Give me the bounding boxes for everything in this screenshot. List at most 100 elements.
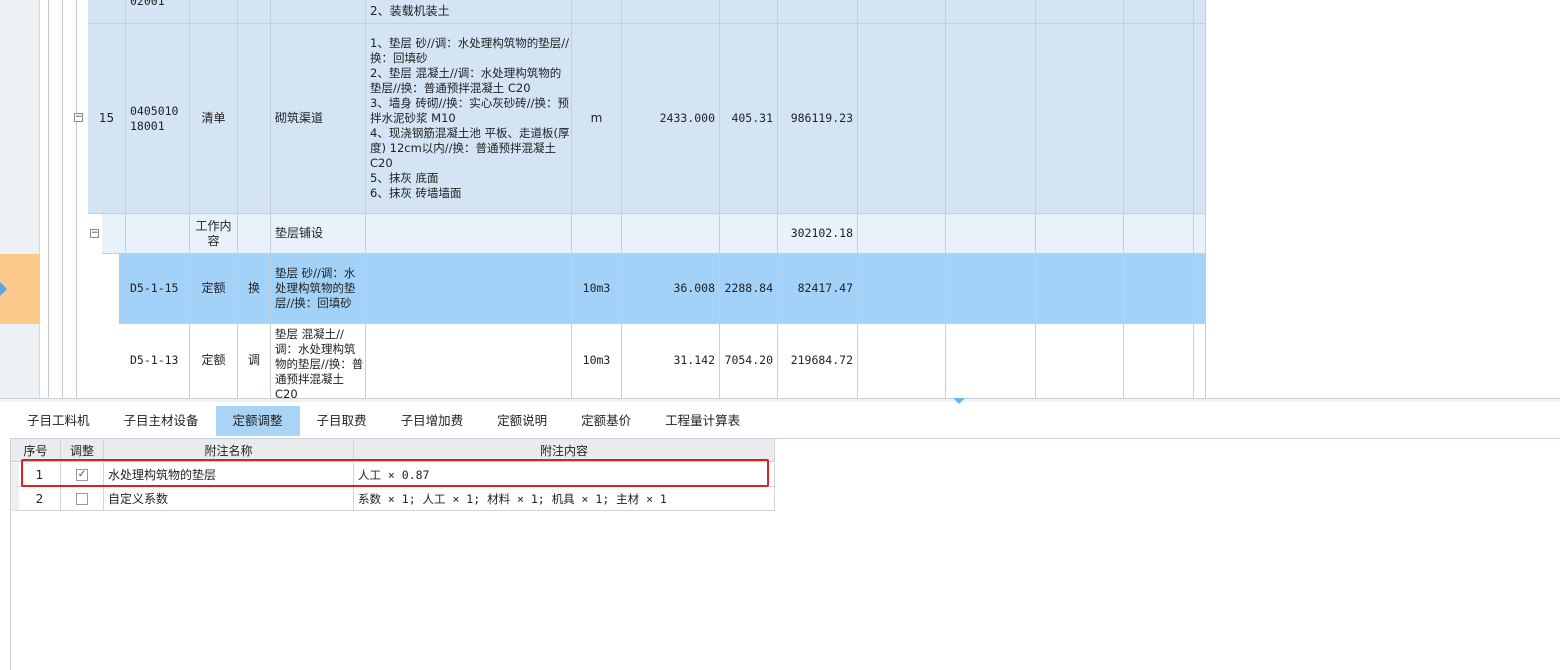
tab-quantity-calculation[interactable]: 工程量计算表 (648, 406, 757, 436)
list-row-partial[interactable]: 02001 2、装载机装土 (88, 0, 1206, 24)
empty-cell (858, 324, 946, 398)
unit-cell: m (572, 24, 622, 214)
note-content-cell[interactable]: 系数 × 1; 人工 × 1; 材料 × 1; 机具 × 1; 主材 × 1 (354, 487, 775, 511)
feature-desc-cell: 2、装载机装土 (366, 0, 572, 24)
empty-cell (946, 0, 1036, 24)
empty-cell (1036, 254, 1124, 324)
adjust-cell (61, 487, 104, 511)
type-cell: 定额 (190, 324, 238, 398)
list-row-15[interactable]: 15 0405010 18001 清单 砌筑渠道 1、垫层 砂//调：水处理构筑… (88, 24, 1206, 214)
code-cell: 02001 (126, 0, 190, 24)
price-cell: 2288.84 (720, 254, 778, 324)
tree-guide-line (62, 0, 63, 398)
highlight-box (21, 459, 769, 487)
flag-cell (238, 0, 271, 24)
empty-cell (1036, 214, 1124, 254)
empty-cell (1036, 324, 1124, 398)
price-cell: 405.31 (720, 24, 778, 214)
total-cell: 986119.23 (778, 24, 858, 214)
collapse-toggle-icon[interactable]: − (74, 113, 83, 122)
flag-cell: 换 (238, 254, 271, 324)
name-cell: 垫层 砂//调：水处理构筑物的垫层//换：回填砂 (271, 254, 366, 324)
type-cell: 定额 (190, 254, 238, 324)
note-name-cell: 自定义系数 (104, 487, 354, 511)
unit-cell (572, 214, 622, 254)
row-indicator-column (0, 0, 40, 254)
quantity-cell (622, 214, 720, 254)
work-content-row[interactable]: 工作内容 垫层铺设 302102.18 (102, 214, 1206, 254)
price-cell (720, 0, 778, 24)
name-cell (271, 0, 366, 24)
price-cell (720, 214, 778, 254)
table-row[interactable]: 2 自定义系数 系数 × 1; 人工 × 1; 材料 × 1; 机具 × 1; … (11, 487, 775, 511)
type-cell: 工作内容 (190, 214, 238, 254)
empty-cell (1124, 254, 1194, 324)
quota-grid: 02001 2、装载机装土 − 15 0405010 18001 清单 砌筑渠道… (0, 0, 1560, 398)
empty-cell (1194, 24, 1206, 214)
empty-cell (1124, 24, 1194, 214)
feature-desc-cell: 1、垫层 砂//调：水处理构筑物的垫层//换：回填砂 2、垫层 混凝土//调：水… (366, 24, 572, 214)
quantity-cell: 36.008 (622, 254, 720, 324)
quota-row[interactable]: D5-1-13 定额 调 垫层 混凝土//调：水处理构筑物的垫层//换：普通预拌… (119, 324, 1206, 398)
quantity-cell: 31.142 (622, 324, 720, 398)
total-cell: 82417.47 (778, 254, 858, 324)
empty-cell (946, 214, 1036, 254)
quota-row-selected[interactable]: D5-1-15 定额 换 垫层 砂//调：水处理构筑物的垫层//换：回填砂 10… (119, 254, 1206, 324)
tab-quota-base-price[interactable]: 定额基价 (564, 406, 648, 436)
type-cell (190, 0, 238, 24)
quantity-cell: 2433.000 (622, 24, 720, 214)
tab-main-material-equipment[interactable]: 子目主材设备 (107, 406, 216, 436)
quantity-cell (622, 0, 720, 24)
empty-cell (1194, 214, 1206, 254)
seq-cell (102, 214, 126, 254)
flag-cell (238, 214, 271, 254)
empty-cell (1194, 324, 1206, 398)
adjust-checkbox[interactable] (76, 492, 88, 505)
empty-cell (946, 254, 1036, 324)
name-cell: 砌筑渠道 (271, 24, 366, 214)
row-pointer-icon (0, 282, 7, 296)
tree-guide-line (76, 0, 77, 398)
total-cell: 302102.18 (778, 214, 858, 254)
flag-cell: 调 (238, 324, 271, 398)
flag-cell (238, 24, 271, 214)
seq-cell: 2 (11, 487, 61, 511)
empty-cell (858, 214, 946, 254)
tree-guide-line (48, 0, 49, 398)
empty-cell (946, 24, 1036, 214)
empty-cell (1194, 0, 1206, 24)
code-cell: D5-1-15 (126, 254, 190, 324)
tab-quota-adjustment[interactable]: 定额调整 (215, 406, 300, 436)
unit-cell (572, 0, 622, 24)
tab-additional-fees[interactable]: 子目增加费 (384, 406, 481, 436)
chevron-down-icon[interactable] (953, 398, 965, 404)
seq-cell: 15 (88, 24, 126, 214)
empty-cell (1036, 24, 1124, 214)
empty-cell (858, 254, 946, 324)
feature-desc-cell (366, 214, 572, 254)
feature-desc-cell (366, 324, 572, 398)
panel-splitter[interactable] (0, 398, 1560, 402)
empty-cell (858, 0, 946, 24)
tab-item-labor-material[interactable]: 子目工料机 (10, 406, 107, 436)
name-cell: 垫层铺设 (271, 214, 366, 254)
total-cell (778, 0, 858, 24)
empty-cell (1124, 324, 1194, 398)
tab-fee-rates[interactable]: 子目取费 (300, 406, 384, 436)
app-window: 02001 2、装载机装土 − 15 0405010 18001 清单 砌筑渠道… (0, 0, 1560, 670)
empty-cell (1124, 214, 1194, 254)
code-cell (126, 214, 190, 254)
empty-cell (946, 324, 1036, 398)
code-cell: D5-1-13 (126, 324, 190, 398)
feature-desc-cell (366, 254, 572, 324)
total-cell: 219684.72 (778, 324, 858, 398)
tab-quota-description[interactable]: 定额说明 (480, 406, 564, 436)
empty-cell (1194, 254, 1206, 324)
unit-cell: 10m3 (572, 254, 622, 324)
price-cell: 7054.20 (720, 324, 778, 398)
empty-cell (858, 24, 946, 214)
seq-cell (88, 0, 126, 24)
type-cell: 清单 (190, 24, 238, 214)
collapse-toggle-icon[interactable]: − (90, 229, 99, 238)
empty-cell (1124, 0, 1194, 24)
